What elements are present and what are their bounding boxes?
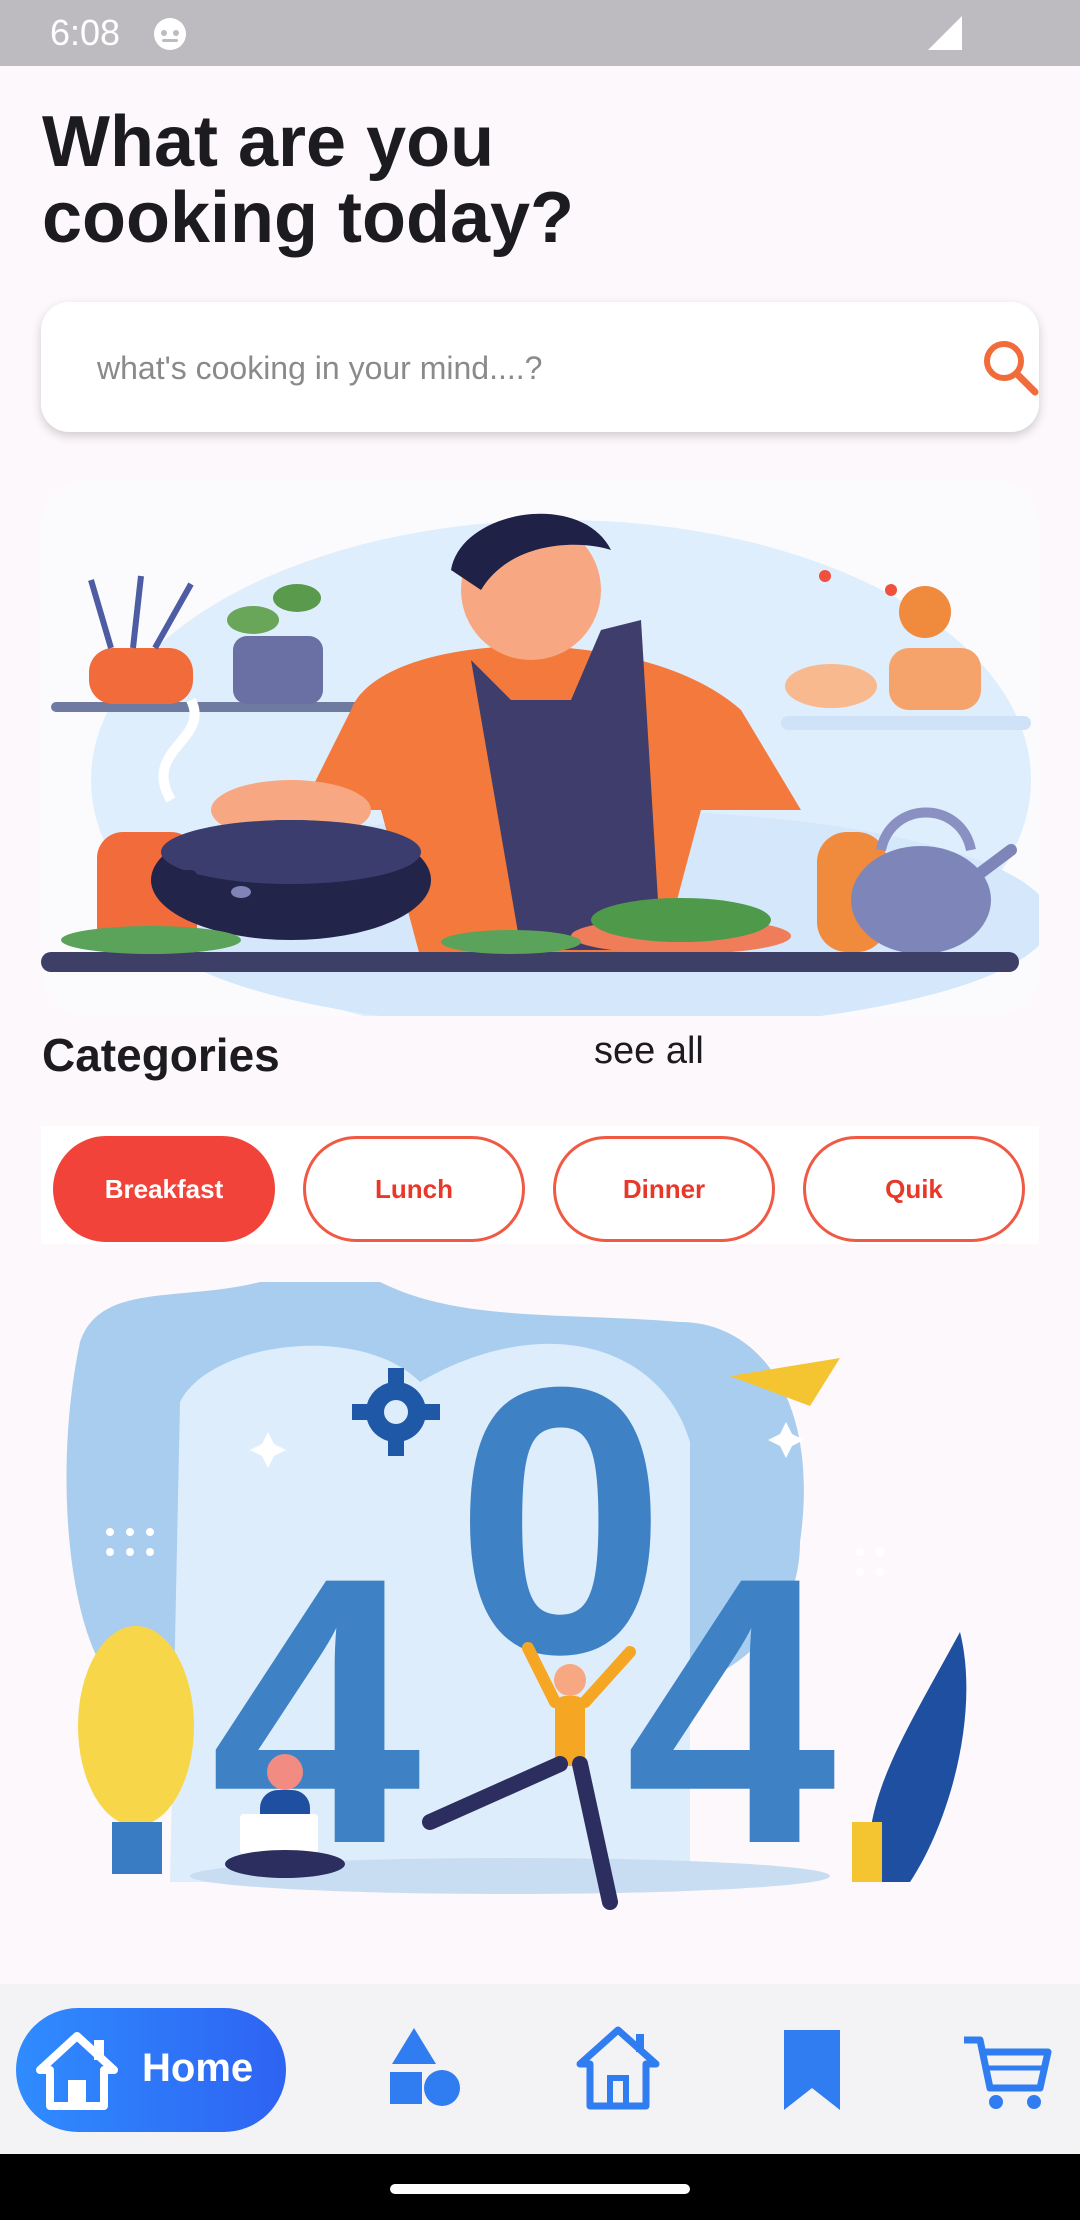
category-chip-lunch[interactable]: Lunch xyxy=(303,1136,525,1242)
bookmark-icon[interactable] xyxy=(762,2018,862,2118)
nav-home-label: Home xyxy=(142,2046,254,2090)
nav-home-active[interactable]: Home xyxy=(16,2008,286,2132)
category-chip-quik[interactable]: Quik xyxy=(803,1136,1025,1242)
category-chip-row: Breakfast Lunch Dinner Quik xyxy=(41,1126,1039,1244)
android-face-icon xyxy=(154,18,186,50)
see-all-link[interactable]: see all xyxy=(594,1030,704,1073)
chef-cooking-illustration xyxy=(41,480,1039,1016)
category-chip-breakfast[interactable]: Breakfast xyxy=(53,1136,275,1242)
category-chip-dinner[interactable]: Dinner xyxy=(553,1136,775,1242)
status-bar: 6:08 xyxy=(0,0,1080,66)
signal-icon xyxy=(928,16,962,50)
not-found-illustration: 4 0 4 xyxy=(66,1282,967,1922)
search-input[interactable] xyxy=(95,342,899,394)
digit-4-right: 4 xyxy=(625,1498,839,1922)
shapes-icon[interactable] xyxy=(374,2018,474,2118)
hero-banner xyxy=(41,480,1039,1016)
home-icon xyxy=(36,2032,118,2110)
status-time: 6:08 xyxy=(50,12,121,53)
cart-icon[interactable] xyxy=(956,2018,1056,2118)
home-outline-icon[interactable] xyxy=(568,2018,668,2118)
home-gesture-handle[interactable] xyxy=(390,2184,690,2194)
categories-title: Categories xyxy=(42,1029,280,1081)
search-icon[interactable] xyxy=(979,336,1041,398)
page-title: What are you cooking today? xyxy=(42,102,575,258)
system-gesture-bar xyxy=(0,2154,1080,2220)
bottom-navigation: Home xyxy=(0,1984,1080,2154)
search-bar[interactable] xyxy=(41,302,1039,432)
